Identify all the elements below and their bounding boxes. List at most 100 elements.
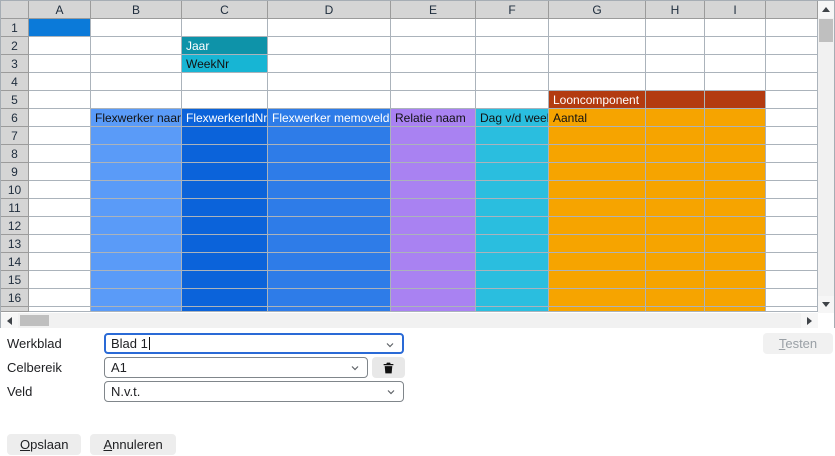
cell-extra7[interactable]	[766, 127, 818, 145]
cell-extra9[interactable]	[766, 163, 818, 181]
column-header-F[interactable]: F	[476, 1, 549, 19]
cell-I3[interactable]	[705, 55, 766, 73]
cell-extra17[interactable]	[766, 307, 818, 312]
cell-E10[interactable]	[391, 181, 476, 199]
cell-A13[interactable]	[29, 235, 91, 253]
cell-E15[interactable]	[391, 271, 476, 289]
cell-F15[interactable]	[476, 271, 549, 289]
cell-I5[interactable]	[705, 91, 766, 109]
cell-A5[interactable]	[29, 91, 91, 109]
cell-D4[interactable]	[268, 73, 391, 91]
cell-D5[interactable]	[268, 91, 391, 109]
cell-C5[interactable]	[182, 91, 268, 109]
scroll-up-button[interactable]	[818, 1, 834, 18]
cell-B16[interactable]	[91, 289, 182, 307]
cell-extra12[interactable]	[766, 217, 818, 235]
cell-G13[interactable]	[549, 235, 646, 253]
cell-extra1[interactable]	[766, 19, 818, 37]
cell-G1[interactable]	[549, 19, 646, 37]
cell-H1[interactable]	[646, 19, 705, 37]
horizontal-scrollbar[interactable]	[1, 313, 818, 328]
column-header-extra[interactable]	[766, 1, 818, 19]
column-header-B[interactable]: B	[91, 1, 182, 19]
cell-H13[interactable]	[646, 235, 705, 253]
row-header-12[interactable]: 12	[1, 217, 29, 235]
cell-extra6[interactable]	[766, 109, 818, 127]
cell-F9[interactable]	[476, 163, 549, 181]
cell-G8[interactable]	[549, 145, 646, 163]
cell-extra5[interactable]	[766, 91, 818, 109]
cell-E17[interactable]	[391, 307, 476, 312]
testen-button[interactable]: Testen	[763, 333, 833, 354]
cell-A8[interactable]	[29, 145, 91, 163]
werkblad-combobox[interactable]: Blad 1	[104, 333, 404, 354]
row-header-15[interactable]: 15	[1, 271, 29, 289]
row-header-1[interactable]: 1	[1, 19, 29, 37]
cell-C6[interactable]: FlexwerkerIdNr	[182, 109, 268, 127]
cell-H2[interactable]	[646, 37, 705, 55]
cell-E12[interactable]	[391, 217, 476, 235]
scroll-left-button[interactable]	[1, 313, 18, 328]
cell-C9[interactable]	[182, 163, 268, 181]
row-header-4[interactable]: 4	[1, 73, 29, 91]
cell-I13[interactable]	[705, 235, 766, 253]
vertical-scrollbar-thumb[interactable]	[819, 19, 833, 42]
cell-extra16[interactable]	[766, 289, 818, 307]
scroll-right-button[interactable]	[801, 313, 818, 328]
cell-D12[interactable]	[268, 217, 391, 235]
row-header-17[interactable]	[1, 307, 29, 312]
cell-E14[interactable]	[391, 253, 476, 271]
cell-F4[interactable]	[476, 73, 549, 91]
cell-A16[interactable]	[29, 289, 91, 307]
cell-F1[interactable]	[476, 19, 549, 37]
cell-G15[interactable]	[549, 271, 646, 289]
delete-celbereik-button[interactable]	[372, 357, 405, 378]
cell-G14[interactable]	[549, 253, 646, 271]
cell-H15[interactable]	[646, 271, 705, 289]
cell-B7[interactable]	[91, 127, 182, 145]
cell-B4[interactable]	[91, 73, 182, 91]
horizontal-scrollbar-thumb[interactable]	[20, 315, 49, 326]
row-header-11[interactable]: 11	[1, 199, 29, 217]
cell-A2[interactable]	[29, 37, 91, 55]
cell-D10[interactable]	[268, 181, 391, 199]
cell-A1[interactable]	[29, 19, 91, 37]
cell-I10[interactable]	[705, 181, 766, 199]
row-header-10[interactable]: 10	[1, 181, 29, 199]
cell-G5[interactable]: Looncomponent	[549, 91, 646, 109]
column-header-C[interactable]: C	[182, 1, 268, 19]
cell-G10[interactable]	[549, 181, 646, 199]
cell-D2[interactable]	[268, 37, 391, 55]
cell-F3[interactable]	[476, 55, 549, 73]
cell-F7[interactable]	[476, 127, 549, 145]
cell-C1[interactable]	[182, 19, 268, 37]
cell-F6[interactable]: Dag v/d week	[476, 109, 549, 127]
cell-B6[interactable]: Flexwerker naam	[91, 109, 182, 127]
cell-D16[interactable]	[268, 289, 391, 307]
cell-F8[interactable]	[476, 145, 549, 163]
row-header-6[interactable]: 6	[1, 109, 29, 127]
cell-I14[interactable]	[705, 253, 766, 271]
cell-B2[interactable]	[91, 37, 182, 55]
cell-A15[interactable]	[29, 271, 91, 289]
cell-extra10[interactable]	[766, 181, 818, 199]
cell-F2[interactable]	[476, 37, 549, 55]
cell-F11[interactable]	[476, 199, 549, 217]
cell-B13[interactable]	[91, 235, 182, 253]
cell-extra13[interactable]	[766, 235, 818, 253]
cell-E7[interactable]	[391, 127, 476, 145]
cell-D14[interactable]	[268, 253, 391, 271]
cell-C4[interactable]	[182, 73, 268, 91]
cell-I15[interactable]	[705, 271, 766, 289]
cell-A17[interactable]	[29, 307, 91, 312]
cell-I8[interactable]	[705, 145, 766, 163]
cell-I11[interactable]	[705, 199, 766, 217]
row-header-13[interactable]: 13	[1, 235, 29, 253]
cell-extra15[interactable]	[766, 271, 818, 289]
cell-I12[interactable]	[705, 217, 766, 235]
cell-G7[interactable]	[549, 127, 646, 145]
column-header-D[interactable]: D	[268, 1, 391, 19]
cell-H9[interactable]	[646, 163, 705, 181]
cell-C10[interactable]	[182, 181, 268, 199]
cell-extra11[interactable]	[766, 199, 818, 217]
